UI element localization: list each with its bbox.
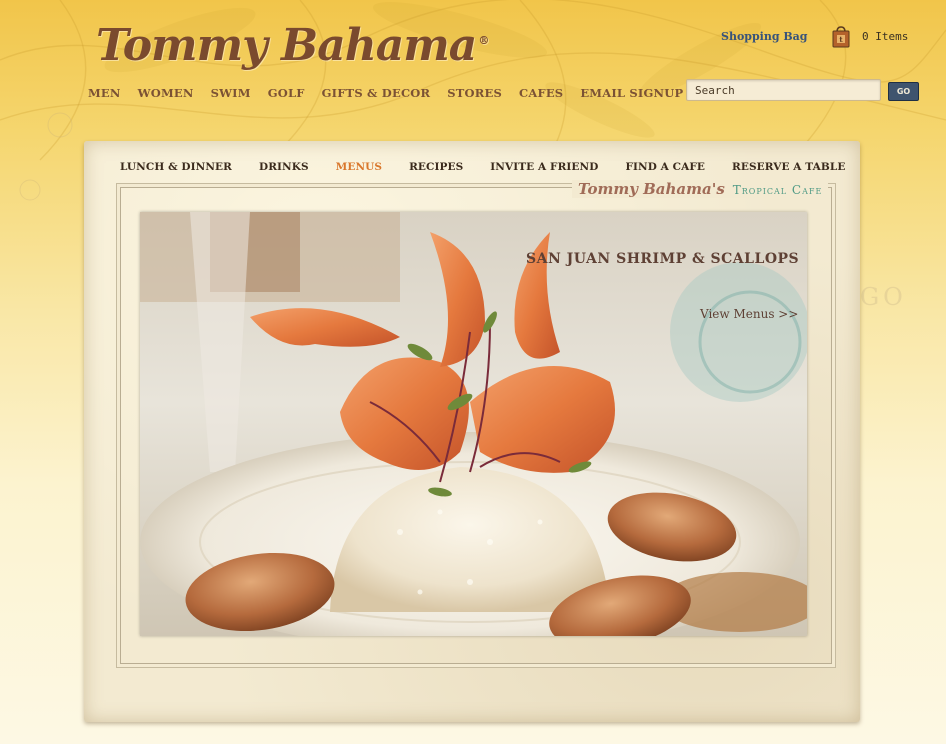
bag-items-count: 0 Items [862,30,909,43]
svg-text:GO: GO [860,283,907,311]
subnav-recipes[interactable]: RECIPES [409,161,463,173]
search-input[interactable] [686,79,881,101]
cafe-brand-tag: Tropical Cafe [732,183,823,197]
shrimp-scallops-image [140,212,807,636]
cafe-subnav: LUNCH & DINNER DRINKS MENUS RECIPES INVI… [120,161,872,173]
tropical-cafe-logo: Tommy Bahama's Tropical Cafe [572,180,829,198]
nav-men[interactable]: MEN [88,86,121,100]
dish-title: SAN JUAN SHRIMP & SCALLOPS [526,251,800,267]
registered-mark: ® [478,34,489,47]
subnav-reserve-table[interactable]: RESERVE A TABLE [732,161,845,173]
nav-cafes[interactable]: CAFES [519,86,563,100]
shopping-bag-icon[interactable]: t [831,26,851,48]
subnav-menus[interactable]: MENUS [336,161,382,173]
shopping-bag-link[interactable]: Shopping Bag [721,30,807,43]
cafe-brand-script: Tommy Bahama's [578,180,725,198]
tommy-bahama-logo[interactable]: Tommy Bahama ® [96,20,489,71]
logo-text: Tommy Bahama [96,20,477,71]
subnav-find-cafe[interactable]: FIND A CAFE [625,161,705,173]
nav-swim[interactable]: SWIM [211,86,251,100]
main-nav: MEN WOMEN SWIM GOLF GIFTS & DECOR STORES… [88,86,700,100]
subnav-drinks[interactable]: DRINKS [259,161,309,173]
nav-gifts-decor[interactable]: GIFTS & DECOR [322,86,431,100]
nav-stores[interactable]: STORES [447,86,502,100]
nav-women[interactable]: WOMEN [138,86,194,100]
nav-email-signup[interactable]: EMAIL SIGNUP [580,86,683,100]
subnav-lunch-dinner[interactable]: LUNCH & DINNER [120,161,232,173]
view-menus-link[interactable]: View Menus >> [700,307,798,321]
subnav-invite-friend[interactable]: INVITE A FRIEND [490,161,598,173]
feature-photo[interactable] [140,212,807,636]
nav-golf[interactable]: GOLF [268,86,305,100]
search-go-button[interactable]: GO [888,82,919,101]
